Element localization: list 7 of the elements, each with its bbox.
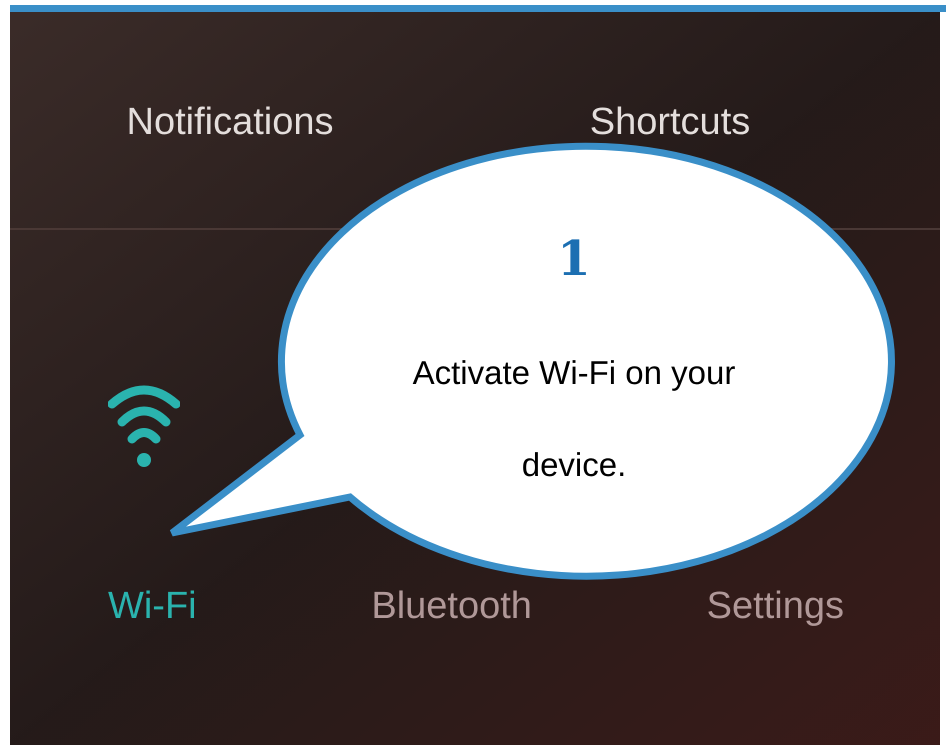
step-number: 1	[557, 230, 591, 289]
toggle-label[interactable]: Wi-Fi	[108, 584, 197, 628]
callout-text: Activate Wi-Fi on your device.	[412, 353, 736, 485]
tab[interactable]: Shortcuts	[590, 100, 750, 144]
toggle-label[interactable]: Bluetooth	[371, 584, 532, 628]
toggle-label[interactable]: Settings	[706, 584, 844, 628]
tab[interactable]: Notifications	[126, 100, 334, 144]
